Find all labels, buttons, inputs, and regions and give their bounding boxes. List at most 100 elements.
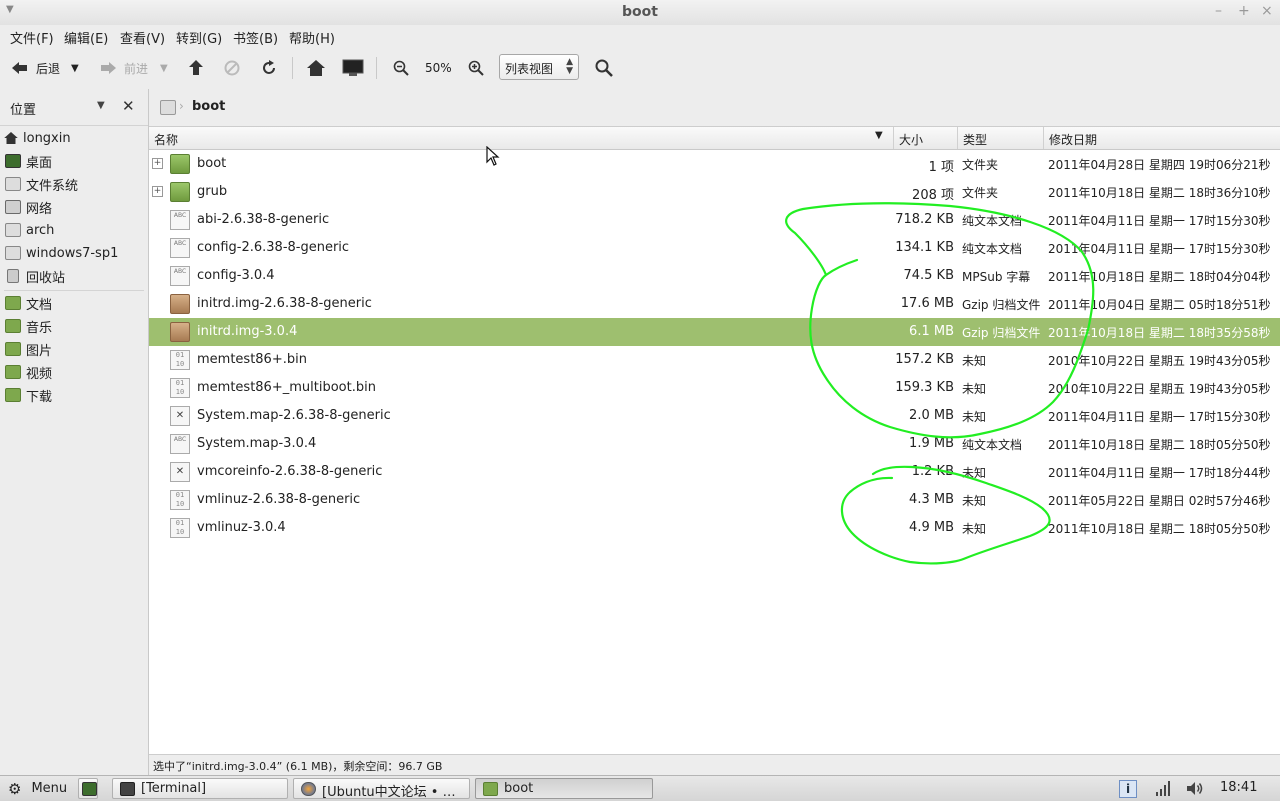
file-row[interactable]: ABC abi-2.6.38-8-generic 718.2 KB 纯文本文档 2011… xyxy=(149,206,1280,234)
zoom-out-button[interactable] xyxy=(393,47,409,89)
toolbar-separator xyxy=(292,57,293,79)
reload-icon xyxy=(263,60,275,74)
file-modified: 2011年05月22日 星期日 02时57分46秒 xyxy=(1048,494,1271,508)
trash-icon xyxy=(7,269,19,283)
file-modified: 2011年04月11日 星期一 17时15分30秒 xyxy=(1048,214,1271,228)
file-row[interactable]: initrd.img-2.6.38-8-generic 17.6 MB Gzip 归… xyxy=(149,290,1280,318)
column-divider[interactable] xyxy=(1043,127,1044,149)
back-button[interactable]: 后退 xyxy=(12,47,60,89)
sidebar-item-label: 文件系统 xyxy=(26,178,79,194)
stop-button[interactable] xyxy=(224,47,240,89)
home-button[interactable] xyxy=(307,47,325,89)
column-size[interactable]: 大小 xyxy=(899,131,923,148)
file-type: 未知 xyxy=(962,354,987,368)
back-history-dropdown[interactable]: ▼ xyxy=(71,47,79,89)
file-row[interactable]: 01 10 vmlinuz-2.6.38-8-generic 4.3 MB 未知 2011… xyxy=(149,486,1280,514)
forward-button[interactable]: 前进 xyxy=(100,47,148,89)
menu-bookmarks[interactable]: 书签(B) xyxy=(233,28,278,47)
file-row[interactable]: ABC config-2.6.38-8-generic 134.1 KB 纯文本文档 2… xyxy=(149,234,1280,262)
sidebar-item-videos[interactable]: 视频 xyxy=(0,361,148,383)
menu-help[interactable]: 帮助(H) xyxy=(289,28,335,47)
sidebar-item-label: 图片 xyxy=(26,343,53,359)
minimize-button[interactable]: – xyxy=(1215,3,1222,19)
sidebar-item-trash[interactable]: 回收站 xyxy=(0,265,148,287)
sidebar-item-label: longxin xyxy=(23,130,71,146)
expand-icon[interactable]: + xyxy=(152,158,163,169)
search-button[interactable] xyxy=(595,47,613,89)
sidebar-item-downloads[interactable]: 下载 xyxy=(0,384,148,406)
file-row[interactable]: ✕ System.map-2.6.38-8-generic 2.0 MB 未知 2011… xyxy=(149,402,1280,430)
file-row[interactable]: 01 10 memtest86+_multiboot.bin 159.3 KB 未知 20… xyxy=(149,374,1280,402)
column-divider[interactable] xyxy=(957,127,958,149)
sidebar-item-home[interactable]: longxin xyxy=(0,127,148,149)
sidebar-close-icon[interactable]: ✕ xyxy=(122,97,135,115)
computer-button[interactable] xyxy=(342,47,364,89)
column-divider[interactable] xyxy=(893,127,894,149)
column-modified[interactable]: 修改日期 xyxy=(1049,131,1097,148)
start-menu-button[interactable]: ⚙ Menu xyxy=(8,776,67,801)
archive-icon xyxy=(170,294,190,314)
view-mode-value: 列表视图 xyxy=(505,62,554,76)
file-name: vmlinuz-3.0.4 xyxy=(197,520,286,535)
maximize-button[interactable]: + xyxy=(1238,3,1250,19)
file-size: 208 项 xyxy=(912,188,954,203)
file-modified: 2011年10月18日 星期二 18时35分58秒 xyxy=(1048,326,1271,340)
folder-icon xyxy=(5,319,21,333)
column-name[interactable]: 名称 xyxy=(154,131,178,148)
sort-descending-icon[interactable]: ▼ xyxy=(875,130,883,141)
file-modified: 2011年04月11日 星期一 17时18分44秒 xyxy=(1048,466,1271,480)
menu-view[interactable]: 查看(V) xyxy=(120,28,165,47)
task-terminal[interactable]: [Terminal] xyxy=(112,778,288,799)
file-name: memtest86+_multiboot.bin xyxy=(197,380,376,395)
menu-file[interactable]: 文件(F) xyxy=(10,28,54,47)
folder-icon xyxy=(170,154,190,174)
clock[interactable]: 18:41 xyxy=(1220,780,1257,795)
file-row[interactable]: ABC config-3.0.4 74.5 KB MPSub 字幕 2011年10月18… xyxy=(149,262,1280,290)
volume-icon[interactable] xyxy=(1186,781,1204,796)
file-modified: 2010年10月22日 星期五 19时43分05秒 xyxy=(1048,382,1271,396)
sidebar-item-desktop[interactable]: 桌面 xyxy=(0,150,148,172)
sidebar-item-filesystem[interactable]: 文件系统 xyxy=(0,173,148,195)
menu-go[interactable]: 转到(G) xyxy=(176,28,222,47)
file-modified: 2011年10月18日 星期二 18时05分50秒 xyxy=(1048,438,1271,452)
breadcrumb-current[interactable]: boot xyxy=(192,99,225,114)
forward-history-dropdown[interactable]: ▼ xyxy=(160,47,168,89)
sidebar-item-music[interactable]: 音乐 xyxy=(0,315,148,337)
file-row[interactable]: ✕ vmcoreinfo-2.6.38-8-generic 1.2 KB 未知 2011… xyxy=(149,458,1280,486)
file-row[interactable]: initrd.img-3.0.4 6.1 MB Gzip 归档文件 2011年10月1… xyxy=(149,318,1280,346)
folder-icon xyxy=(483,782,498,796)
sidebar-item-windows7[interactable]: windows7-sp1 xyxy=(0,242,148,264)
sidebar-mode-dropdown-icon[interactable]: ▼ xyxy=(97,100,105,111)
sidebar-item-documents[interactable]: 文档 xyxy=(0,292,148,314)
drive-icon[interactable] xyxy=(160,100,176,115)
sidebar-item-network[interactable]: 网络 xyxy=(0,196,148,218)
file-type: Gzip 归档文件 xyxy=(962,326,1041,340)
file-row[interactable]: + boot 1 项文件夹 2011年04月28日 星期四 19时06分21秒 xyxy=(149,150,1280,178)
reload-button[interactable] xyxy=(261,47,277,89)
close-button[interactable]: × xyxy=(1261,3,1273,19)
column-type[interactable]: 类型 xyxy=(963,131,987,148)
menu-edit[interactable]: 编辑(E) xyxy=(64,28,108,47)
file-row[interactable]: 01 10 memtest86+.bin 157.2 KB 未知 2010年10月22日 … xyxy=(149,346,1280,374)
signal-strength-icon[interactable] xyxy=(1155,781,1171,796)
task-file-manager[interactable]: boot xyxy=(475,778,653,799)
show-desktop-button[interactable] xyxy=(78,778,98,799)
file-row[interactable]: 01 10 vmlinuz-3.0.4 4.9 MB 未知 2011年10月18日 星期二… xyxy=(149,514,1280,542)
info-icon[interactable]: i xyxy=(1119,780,1137,798)
view-mode-select[interactable]: 列表视图 ▲ ▼ xyxy=(499,54,579,80)
task-browser[interactable]: [Ubuntu中文论坛 • … xyxy=(293,778,470,800)
sidebar-item-pictures[interactable]: 图片 xyxy=(0,338,148,360)
zoom-in-button[interactable] xyxy=(468,47,484,89)
archive-icon xyxy=(170,322,190,342)
text-file-icon: ABC xyxy=(170,266,190,286)
folder-icon xyxy=(170,182,190,202)
drive-icon xyxy=(5,177,21,191)
updown-arrow-icon: ▲ ▼ xyxy=(566,57,573,76)
file-row[interactable]: ABC System.map-3.0.4 1.9 MB 纯文本文档 2011年10月18… xyxy=(149,430,1280,458)
sidebar-item-arch[interactable]: arch xyxy=(0,219,148,241)
text-file-icon: ABC xyxy=(170,238,190,258)
task-label: [Terminal] xyxy=(141,781,207,796)
expand-icon[interactable]: + xyxy=(152,186,163,197)
file-row[interactable]: + grub 208 项文件夹 2011年10月18日 星期二 18时36分10秒 xyxy=(149,178,1280,206)
up-button[interactable] xyxy=(189,47,203,89)
